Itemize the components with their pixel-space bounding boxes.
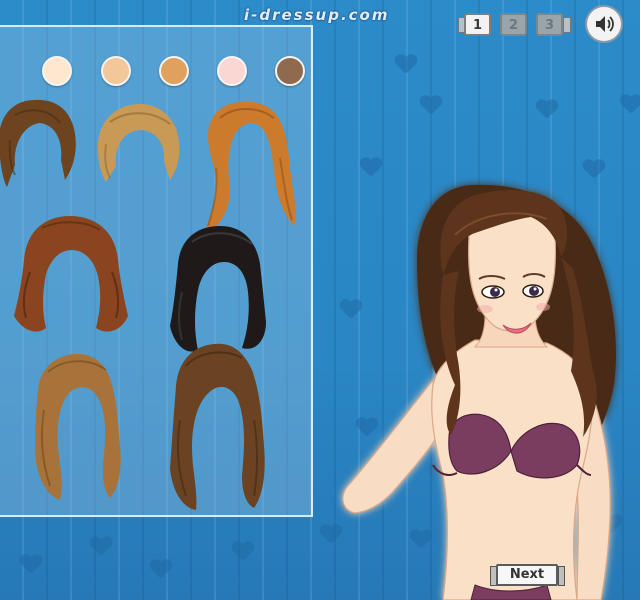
heart-decoration [20,555,42,573]
model-left-arm [342,378,438,514]
hairstyle-curly-auburn-medium[interactable] [12,212,130,340]
page-3-button[interactable]: 3 [536,13,563,36]
dressup-model [342,184,617,600]
site-watermark: i-dressup.com [244,6,390,24]
sound-toggle-button[interactable] [585,5,623,43]
speaker-icon [596,16,614,32]
hairstyle-long-caramel-waves[interactable] [30,350,122,502]
nav-clip-right [563,17,571,33]
skin-swatch-brown[interactable]: brown [275,56,305,86]
page-2-button[interactable]: 2 [500,13,527,36]
page-1-button[interactable]: 1 [464,13,491,36]
skin-swatch-pink[interactable]: pink [217,56,247,86]
heart-decoration [395,55,417,73]
heart-decoration [536,100,558,118]
hair-shape [170,226,266,352]
hairstyle-long-brown-curls[interactable] [168,340,268,512]
hair-shape [97,104,180,182]
skin-swatch-peach[interactable]: peach [101,56,131,86]
hair-shape [0,99,76,187]
heart-decoration [232,542,254,560]
heart-decoration [90,537,112,555]
hairstyle-long-ginger-ponytail[interactable] [200,98,300,238]
skin-swatch-light-cream[interactable]: light-cream [42,56,72,86]
game-stage: i-dressup.com light-cream peach tan pink… [0,0,640,600]
next-button[interactable]: Next [496,564,558,586]
heart-decoration [360,158,382,176]
hair-shape [170,343,265,510]
heart-decoration [150,560,172,578]
heart-decoration [620,95,640,113]
hairstyle-short-blonde-bob[interactable] [92,100,187,190]
skin-swatch-tan[interactable]: tan [159,56,189,86]
hair-shape [14,216,128,332]
heart-decoration [420,96,442,114]
next-clip-right [558,566,565,586]
hairstyle-short-brown-bob[interactable] [0,95,80,190]
